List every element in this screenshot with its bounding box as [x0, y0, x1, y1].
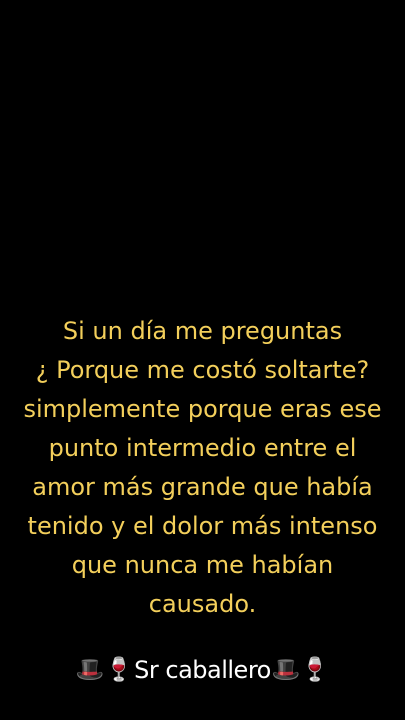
quote-line: amor más grande que había	[32, 473, 373, 501]
quote-line: ¿ Porque me costó soltarte?	[35, 356, 370, 384]
top-hat-icon: 🎩	[75, 657, 105, 683]
signature-name: Sr caballero	[133, 655, 273, 686]
quote-line: Si un día me preguntas	[62, 317, 343, 345]
top-hat-icon: 🎩	[271, 657, 301, 683]
quote-text: Si un día me preguntas ¿ Porque me costó…	[0, 312, 405, 624]
wine-glass-icon: 🍷	[104, 657, 134, 683]
wine-glass-icon: 🍷	[300, 657, 330, 683]
quote-line: causado.	[148, 590, 257, 618]
quote-line: punto intermedio entre el	[48, 434, 357, 462]
signature: 🎩 🍷 Sr caballero 🎩 🍷	[0, 652, 405, 688]
quote-line: simplemente porque eras ese	[23, 395, 382, 423]
video-frame: Si un día me preguntas ¿ Porque me costó…	[0, 0, 405, 720]
quote-line: que nunca me habían	[71, 551, 334, 579]
quote-line: tenido y el dolor más intenso	[27, 512, 378, 540]
